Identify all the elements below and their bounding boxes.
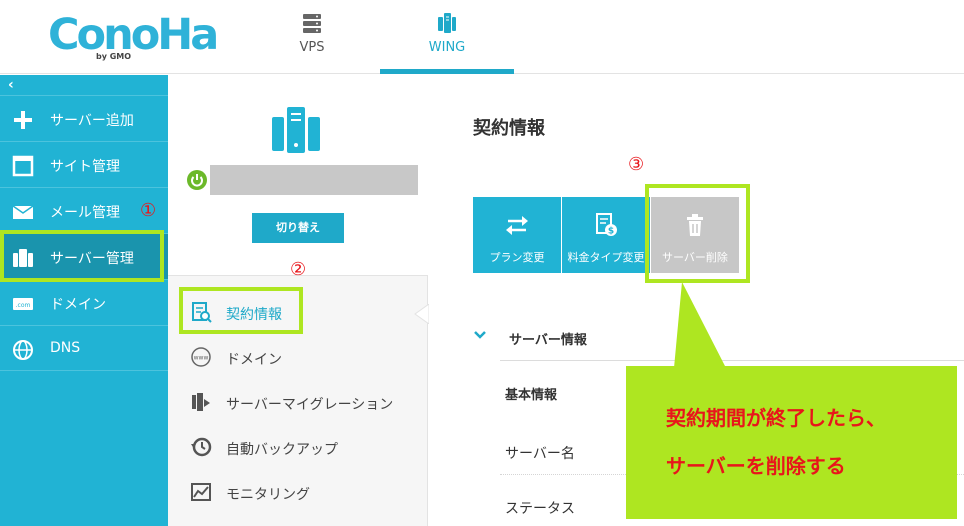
tab-wing[interactable]: WING <box>380 0 514 74</box>
sidebar-item-domain[interactable]: .com ドメイン <box>0 279 168 325</box>
chevron-down-icon[interactable] <box>473 329 487 341</box>
server-name-label: サーバー名 <box>505 446 575 462</box>
monitoring-icon <box>191 483 211 501</box>
svg-text:.com: .com <box>16 302 31 309</box>
menu-item-monitoring[interactable]: モニタリング <box>188 477 428 507</box>
backup-icon <box>191 437 212 457</box>
plus-icon <box>14 111 32 129</box>
menu-item-label: 自動バックアップ <box>226 442 338 458</box>
sidebar-item-label: サーバー追加 <box>50 113 134 129</box>
server-summary: 切り替え <box>168 75 428 276</box>
logo-sub: by GMO <box>96 52 132 61</box>
highlight-delete-server <box>645 184 750 283</box>
highlight-contract-info <box>179 287 303 334</box>
conoha-logo[interactable]: ConoHa by GMO <box>48 10 219 62</box>
server-icon <box>272 107 320 153</box>
dotcom-icon: .com <box>13 298 33 310</box>
callout-line-1: 契約期間が終了したら、 <box>666 406 886 430</box>
step-3-marker: ③ <box>628 154 645 175</box>
sidebar-item-label: DNS <box>50 340 81 356</box>
menu-item-server-migration[interactable]: サーバーマイグレーション <box>188 387 428 417</box>
step-1-marker: ① <box>140 200 157 221</box>
svg-text:$: $ <box>608 227 614 237</box>
left-sidebar: ‹ サーバー追加 サイト管理 メール管理 サーバー管理 .com ドメイン DN… <box>0 75 168 526</box>
swap-icon <box>506 216 528 235</box>
server-info-section-title[interactable]: サーバー情報 <box>509 329 587 348</box>
wing-server-management-screen: ConoHa by GMO VPS WING ‹ サーバー追加 サイト管理 メー… <box>0 0 964 526</box>
change-billing-type-button[interactable]: $ 料金タイプ変更 <box>562 197 650 273</box>
sidebar-item-site-management[interactable]: サイト管理 <box>0 141 168 187</box>
tab-vps-label: VPS <box>299 40 325 55</box>
billing-icon: $ <box>596 213 617 237</box>
power-status-icon <box>187 170 207 190</box>
mail-icon <box>12 205 34 219</box>
logo-text: ConoHa <box>48 10 219 60</box>
sidebar-item-label: ドメイン <box>50 297 106 313</box>
tab-vps[interactable]: VPS <box>245 0 379 74</box>
sidebar-item-label: メール管理 <box>50 205 120 221</box>
menu-item-domain[interactable]: www ドメイン <box>188 342 428 372</box>
www-icon: www <box>191 347 211 367</box>
page-title: 契約情報 <box>473 118 545 139</box>
menu-item-label: サーバーマイグレーション <box>226 397 394 413</box>
globe-icon <box>13 340 33 360</box>
change-plan-label: プラン変更 <box>489 251 545 264</box>
change-plan-button[interactable]: プラン変更 <box>473 197 561 273</box>
callout-box <box>626 366 957 519</box>
highlight-server-management <box>0 230 164 282</box>
menu-item-label: モニタリング <box>226 487 310 503</box>
server-name-redacted <box>210 165 418 195</box>
collapse-sidebar-button[interactable]: ‹ <box>8 77 14 93</box>
callout-pointer <box>674 282 726 368</box>
tab-wing-label: WING <box>428 40 466 55</box>
menu-item-auto-backup[interactable]: 自動バックアップ <box>188 432 428 462</box>
sidebar-item-label: サイト管理 <box>50 159 120 175</box>
svg-text:www: www <box>194 355 209 362</box>
migration-icon <box>192 393 210 411</box>
sidebar-item-add-server[interactable]: サーバー追加 <box>0 95 168 141</box>
top-header: ConoHa by GMO VPS WING <box>0 0 964 74</box>
sidebar-item-dns[interactable]: DNS <box>0 325 168 371</box>
change-billing-type-label: 料金タイプ変更 <box>567 251 645 264</box>
status-label: ステータス <box>505 501 575 517</box>
server-stack-icon <box>303 14 321 33</box>
switch-server-button[interactable]: 切り替え <box>252 213 344 243</box>
window-icon <box>12 155 34 177</box>
wing-server-icon <box>438 13 456 33</box>
basic-info-heading: 基本情報 <box>505 388 558 403</box>
active-menu-pointer <box>414 304 429 324</box>
step-2-marker: ② <box>290 259 307 280</box>
menu-item-label: ドメイン <box>226 352 282 368</box>
callout-line-2: サーバーを削除する <box>666 454 846 478</box>
